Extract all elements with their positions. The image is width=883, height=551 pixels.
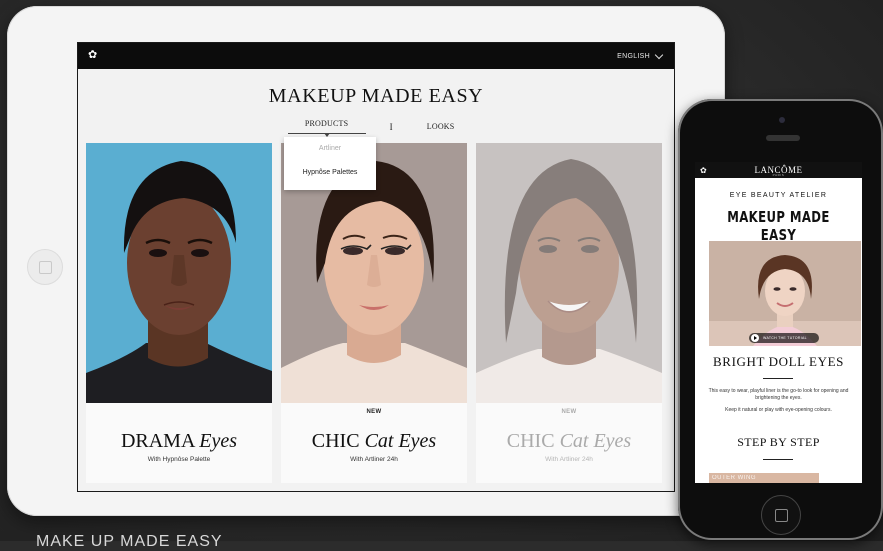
card-subtitle: With Artliner 24h — [350, 456, 398, 463]
step-thumbnail[interactable]: OUTER WING — [709, 473, 819, 483]
watch-tutorial-button[interactable]: WATCH THE TUTORIAL — [749, 333, 819, 343]
phone-kicker: EYE BEAUTY ATELIER — [729, 192, 828, 199]
card-title: CHIC Cat Eyes — [281, 430, 467, 453]
card-title-italic: Cat Eyes — [559, 430, 632, 452]
phone-speaker — [766, 135, 800, 141]
model-photo — [86, 143, 272, 403]
tablet-home-button[interactable] — [27, 249, 63, 285]
nav-separator: I — [389, 121, 393, 132]
brand-sublogo: PARIS — [772, 173, 785, 177]
look-description: This easy to wear, playful liner is the … — [708, 388, 849, 401]
phone-device: ✿ LANCÔME PARIS EYE BEAUTY ATELIER MAKEU… — [678, 99, 883, 540]
rose-logo-icon[interactable]: ✿ — [88, 49, 100, 61]
card-title-main: CHIC — [506, 430, 555, 452]
tablet-device: ✿ ENGLISH MAKEUP MADE EASY PRODUCTS I LO… — [7, 6, 725, 516]
phone-title: MAKEUP MADE EASY — [727, 208, 830, 244]
top-bar: ✿ ENGLISH — [78, 43, 674, 69]
phone-camera — [779, 117, 785, 123]
tab-products[interactable]: PRODUCTS — [287, 119, 366, 137]
step-label: OUTER WING — [712, 475, 756, 481]
dropdown-item-hypnose-palettes[interactable]: Hypnôse Palettes — [284, 161, 376, 185]
tablet-screen: ✿ ENGLISH MAKEUP MADE EASY PRODUCTS I LO… — [77, 42, 675, 492]
page-title: MAKEUP MADE EASY — [268, 85, 484, 107]
look-card-chic-cat-eyes[interactable]: NEW CHIC Cat Eyes With Artliner 24h — [281, 143, 467, 483]
card-title: CHIC Cat Eyes — [476, 430, 662, 453]
model-photo — [476, 143, 662, 403]
card-title: DRAMA Eyes — [86, 430, 272, 453]
card-title-main: DRAMA — [120, 430, 195, 452]
main-nav: PRODUCTS I LOOKS — [78, 119, 674, 137]
look-card-drama-eyes[interactable]: DRAMA Eyes With Hypnôse Palette — [86, 143, 272, 483]
card-badge: NEW — [366, 409, 382, 415]
look-cards: DRAMA Eyes With Hypnôse Palette NEW CHIC… — [86, 143, 662, 483]
dropdown-item-artliner[interactable]: Artliner — [284, 137, 376, 161]
language-selector[interactable]: ENGLISH — [617, 43, 664, 69]
phone-screen: ✿ LANCÔME PARIS EYE BEAUTY ATELIER MAKEU… — [695, 162, 862, 483]
watch-tutorial-label: WATCH THE TUTORIAL — [763, 336, 807, 340]
tutorial-video[interactable]: WATCH THE TUTORIAL — [709, 241, 861, 346]
play-icon — [751, 334, 759, 342]
look-card-chic-cat-eyes-2[interactable]: NEW CHIC Cat Eyes With Artliner 24h — [476, 143, 662, 483]
divider — [763, 378, 793, 379]
phone-home-button[interactable] — [761, 495, 801, 535]
home-icon — [39, 261, 52, 274]
card-subtitle: With Artliner 24h — [545, 456, 593, 463]
card-badge: NEW — [561, 409, 577, 415]
look-tip: Keep it natural or play with eye-opening… — [725, 407, 832, 413]
card-title-main: CHIC — [311, 430, 360, 452]
caption: MAKE UP MADE EASY — [36, 533, 223, 550]
products-dropdown: Artliner Hypnôse Palettes — [284, 137, 376, 190]
tab-products-label: PRODUCTS — [304, 119, 349, 128]
card-title-italic: Cat Eyes — [364, 430, 437, 452]
look-title: BRIGHT DOLL EYES — [713, 354, 844, 369]
phone-top-bar: ✿ LANCÔME PARIS — [695, 162, 862, 178]
card-subtitle: With Hypnôse Palette — [147, 456, 211, 463]
home-icon — [775, 509, 788, 522]
chevron-down-icon — [654, 50, 664, 59]
language-label: ENGLISH — [617, 52, 650, 60]
divider — [763, 459, 793, 460]
step-by-step-title: STEP BY STEP — [737, 435, 820, 449]
tab-looks[interactable]: LOOKS — [417, 122, 465, 131]
card-title-italic: Eyes — [199, 430, 238, 452]
